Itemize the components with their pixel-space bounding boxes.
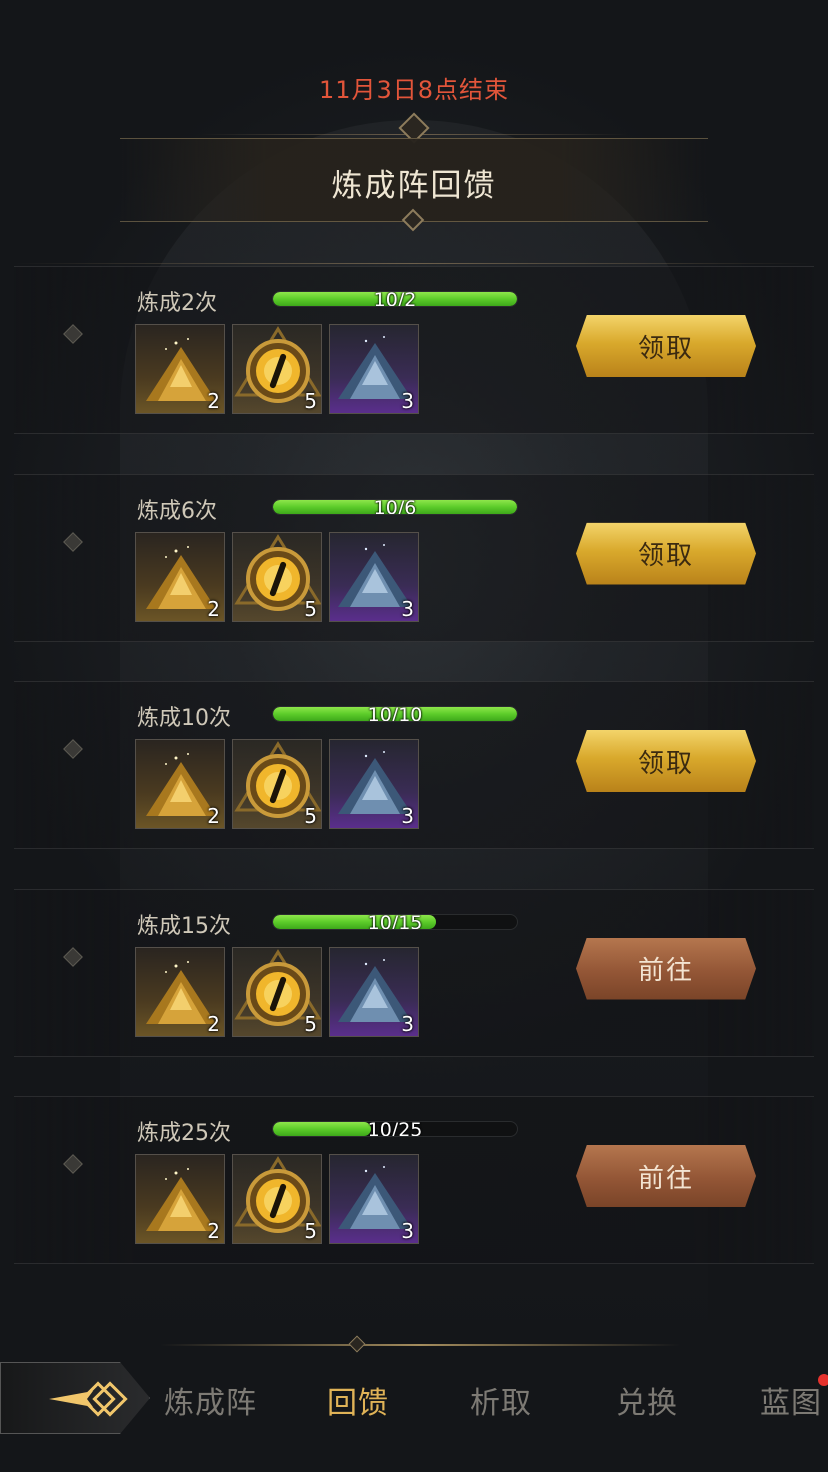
list-divider <box>14 263 814 264</box>
tab-feedback[interactable]: 回馈 <box>327 1378 389 1422</box>
milestone-row: 炼成6次 10/6 2 5 3 领取 <box>14 473 814 642</box>
goto-button[interactable]: 前往 <box>576 1145 756 1207</box>
milestone-label: 炼成10次 <box>137 706 231 731</box>
reward-count: 5 <box>304 804 317 828</box>
row-bullet-diamond-icon <box>63 739 83 759</box>
milestone-row: 炼成2次 10/2 2 5 3 领取 <box>14 266 814 434</box>
milestone-label: 炼成25次 <box>137 1121 231 1146</box>
milestone-progress-bar: 10/6 <box>272 498 518 515</box>
reward-blue-crystal[interactable]: 3 <box>329 1154 419 1244</box>
reward-count: 3 <box>401 804 414 828</box>
claim-button[interactable]: 领取 <box>576 730 756 792</box>
reward-count: 3 <box>401 1219 414 1243</box>
reward-gold-ore[interactable]: 2 <box>135 531 225 622</box>
progress-text: 10/2 <box>373 291 417 307</box>
reward-count: 5 <box>304 596 317 621</box>
back-arrow-icon <box>49 1381 128 1417</box>
reward-golden-eye-orb[interactable]: 5 <box>232 946 322 1037</box>
tab-blueprint[interactable]: 蓝图 <box>760 1378 822 1422</box>
progress-text: 10/6 <box>373 498 417 515</box>
row-bullet-diamond-icon <box>63 946 83 967</box>
progress-text: 10/25 <box>367 1121 423 1137</box>
reward-count: 2 <box>207 804 220 828</box>
reward-blue-crystal[interactable]: 3 <box>329 324 419 414</box>
reward-blue-crystal[interactable]: 3 <box>329 946 419 1037</box>
back-button[interactable] <box>0 1362 150 1434</box>
milestone-progress-bar: 10/25 <box>272 1121 518 1137</box>
reward-golden-eye-orb[interactable]: 5 <box>232 531 322 622</box>
reward-gold-ore[interactable]: 2 <box>135 324 225 414</box>
milestone-row: 炼成10次 10/10 2 5 3 领取 <box>14 681 814 849</box>
reward-golden-eye-orb[interactable]: 5 <box>232 739 322 829</box>
reward-count: 5 <box>304 1219 317 1243</box>
reward-count: 2 <box>207 389 220 413</box>
reward-blue-crystal[interactable]: 3 <box>329 739 419 829</box>
reward-golden-eye-orb[interactable]: 5 <box>232 324 322 414</box>
event-end-timer: 11月3日8点结束 <box>318 76 510 104</box>
progress-text: 10/15 <box>367 913 423 930</box>
progress-text: 10/10 <box>367 706 423 722</box>
milestone-progress-bar: 10/2 <box>272 291 518 307</box>
tab-exchange[interactable]: 兑换 <box>616 1378 678 1422</box>
milestone-row: 炼成25次 10/25 2 5 3 前往 <box>14 1096 814 1264</box>
milestone-row: 炼成15次 10/15 2 5 3 前往 <box>14 888 814 1057</box>
reward-count: 2 <box>207 596 220 621</box>
row-bullet-diamond-icon <box>63 1154 83 1174</box>
reward-count: 5 <box>304 389 317 413</box>
tab-extract[interactable]: 析取 <box>470 1378 532 1422</box>
notification-dot <box>818 1374 828 1386</box>
goto-button[interactable]: 前往 <box>576 937 756 1000</box>
tab-refinement-array[interactable]: 炼成阵 <box>164 1378 257 1422</box>
reward-gold-ore[interactable]: 2 <box>135 946 225 1037</box>
reward-count: 5 <box>304 1011 317 1036</box>
reward-golden-eye-orb[interactable]: 5 <box>232 1154 322 1244</box>
milestone-progress-bar: 10/10 <box>272 706 518 722</box>
row-bullet-diamond-icon <box>63 531 83 552</box>
nav-divider-ornament-icon <box>348 1335 366 1353</box>
reward-count: 2 <box>207 1011 220 1036</box>
reward-count: 3 <box>401 1011 414 1036</box>
milestone-label: 炼成2次 <box>137 291 217 316</box>
claim-button[interactable]: 领取 <box>576 522 756 585</box>
reward-count: 3 <box>401 596 414 621</box>
bottom-nav: 炼成阵 回馈 析取 兑换 蓝图 <box>0 1356 828 1446</box>
claim-button[interactable]: 领取 <box>576 315 756 377</box>
reward-gold-ore[interactable]: 2 <box>135 1154 225 1244</box>
reward-blue-crystal[interactable]: 3 <box>329 531 419 622</box>
row-bullet-diamond-icon <box>63 324 83 344</box>
nav-divider <box>160 1344 680 1346</box>
page-title: 炼成阵回馈 <box>331 168 497 204</box>
milestone-progress-bar: 10/15 <box>272 913 518 930</box>
reward-gold-ore[interactable]: 2 <box>135 739 225 829</box>
milestone-label: 炼成15次 <box>137 913 231 939</box>
reward-count: 3 <box>401 389 414 413</box>
milestone-label: 炼成6次 <box>137 498 217 524</box>
reward-count: 2 <box>207 1219 220 1243</box>
